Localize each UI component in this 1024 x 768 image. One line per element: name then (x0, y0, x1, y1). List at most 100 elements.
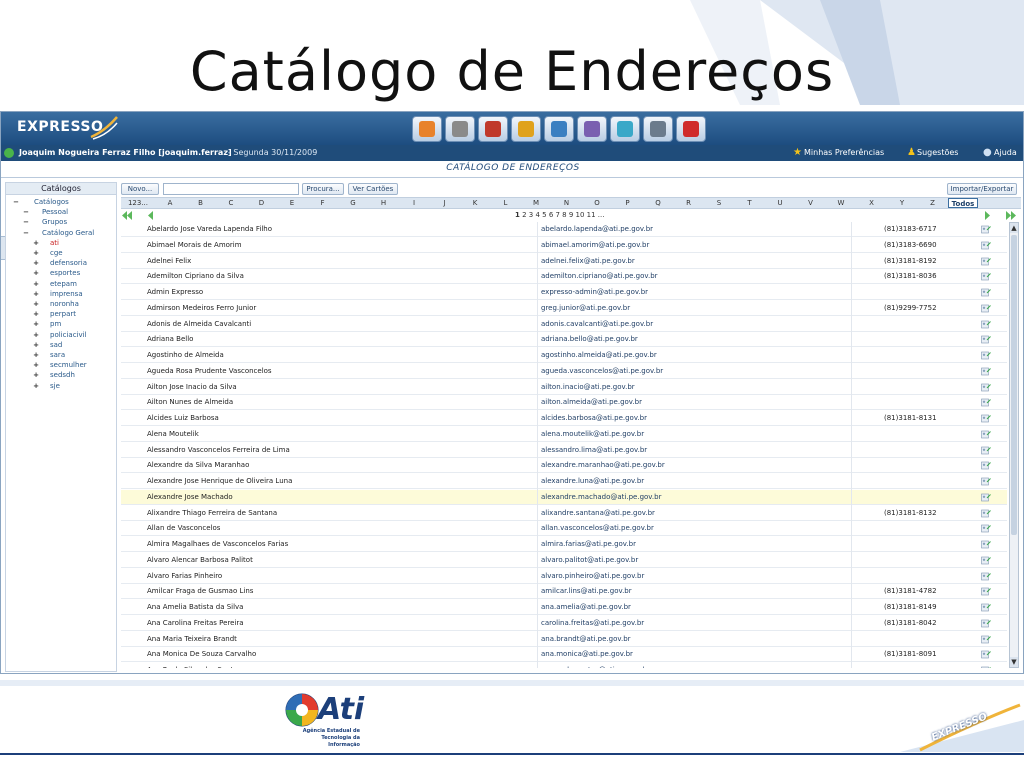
contact-name[interactable]: Alena Moutelik (147, 427, 199, 442)
search-input[interactable] (163, 183, 299, 195)
tree-node[interactable]: + secmulher (6, 360, 116, 370)
contact-card-icon[interactable] (981, 272, 991, 281)
contact-name[interactable]: Ailton Nunes de Almeida (147, 395, 233, 410)
pager-current[interactable]: 1 (515, 211, 520, 219)
contact-card-icon[interactable] (981, 257, 991, 266)
contact-card-icon[interactable] (981, 572, 991, 581)
tree-node-label[interactable]: imprensa (50, 289, 83, 299)
alphabet-filter-y[interactable]: Y (887, 198, 917, 208)
contact-email[interactable]: agostinho.almeida@ati.pe.gov.br (541, 348, 657, 363)
tree-node-label[interactable]: defensoria (50, 258, 87, 268)
contact-email[interactable]: almira.farias@ati.pe.gov.br (541, 537, 636, 552)
view-cards-button[interactable]: Ver Cartões (348, 183, 398, 195)
expand-icon[interactable]: + (32, 381, 40, 391)
contact-email[interactable]: ailton.almeida@ati.pe.gov.br (541, 395, 642, 410)
contact-card-icon[interactable] (981, 288, 991, 297)
table-row[interactable]: Amilcar Fraga de Gusmao Lins amilcar.lins… (121, 584, 1007, 600)
contact-card-icon[interactable] (981, 414, 991, 423)
table-row[interactable]: Adonis de Almeida Cavalcanti adonis.caval… (121, 317, 1007, 332)
alphabet-filter-x[interactable]: X (857, 198, 887, 208)
table-row[interactable]: Ana Amelia Batista da Silva ana.amelia@at… (121, 600, 1007, 615)
contact-name[interactable]: Alvaro Alencar Barbosa Palitot (147, 553, 253, 568)
contact-card-icon[interactable] (981, 540, 991, 549)
contact-email[interactable]: alessandro.lima@ati.pe.gov.br (541, 443, 647, 458)
contact-email[interactable]: greg.junior@ati.pe.gov.br (541, 301, 630, 316)
contact-card-icon[interactable] (981, 304, 991, 313)
tree-node[interactable]: + perpart (6, 309, 116, 319)
table-row[interactable]: Adriana Bello adriana.bello@ati.pe.gov.br (121, 332, 1007, 348)
expand-icon[interactable]: + (32, 238, 40, 248)
expand-icon[interactable]: + (32, 258, 40, 268)
contact-email[interactable]: alcides.barbosa@ati.pe.gov.br (541, 411, 647, 426)
import-export-button[interactable]: Importar/Exportar (947, 183, 1017, 195)
contact-card-icon[interactable] (981, 320, 991, 329)
tree-node-label[interactable]: Pessoal (42, 207, 68, 217)
contact-email[interactable]: expresso-admin@ati.pe.gov.br (541, 285, 648, 300)
contact-card-icon[interactable] (981, 335, 991, 344)
contact-name[interactable]: Ailton Jose Inacio da Silva (147, 380, 237, 395)
contact-email[interactable]: carolina.freitas@ati.pe.gov.br (541, 616, 644, 631)
tree-node-label[interactable]: perpart (50, 309, 76, 319)
preferences-link[interactable]: Minhas Preferências (804, 145, 884, 161)
contact-name[interactable]: Agueda Rosa Prudente Vasconcelos (147, 364, 272, 379)
tree-node-label[interactable]: cge (50, 248, 63, 258)
table-row[interactable]: Agostinho de Almeida agostinho.almeida@at… (121, 348, 1007, 363)
tree-node-label[interactable]: ati (50, 238, 59, 248)
alphabet-filter-c[interactable]: C (216, 198, 246, 208)
contact-name[interactable]: Adelnei Felix (147, 254, 191, 269)
contact-name[interactable]: Agostinho de Almeida (147, 348, 224, 363)
alphabet-filter-o[interactable]: O (582, 198, 612, 208)
tree-node-label[interactable]: secmulher (50, 360, 87, 370)
table-row[interactable]: Admirson Medeiros Ferro Junior greg.junio… (121, 301, 1007, 316)
contact-card-icon[interactable] (981, 524, 991, 533)
next-page-icon[interactable] (981, 210, 993, 221)
search-button[interactable]: Procura... (302, 183, 344, 195)
tree-node[interactable]: + noronha (6, 299, 116, 309)
contact-name[interactable]: Almira Magalhaes de Vasconcelos Farias (147, 537, 288, 552)
contact-name[interactable]: Abelardo Jose Vareda Lapenda Filho (147, 222, 272, 237)
tree-node[interactable]: + policiacivil (6, 330, 116, 340)
collapse-icon[interactable]: − (12, 197, 20, 207)
scroll-thumb[interactable] (1011, 235, 1017, 535)
contact-email[interactable]: adelnei.felix@ati.pe.gov.br (541, 254, 635, 269)
first-page-icon[interactable] (121, 210, 133, 221)
alphabet-filter-b[interactable]: B (186, 198, 216, 208)
contact-card-icon[interactable] (981, 556, 991, 565)
contact-name[interactable]: Alexandre Jose Henrique de Oliveira Luna (147, 474, 292, 489)
contact-email[interactable]: alena.moutelik@ati.pe.gov.br (541, 427, 644, 442)
expand-icon[interactable]: + (32, 299, 40, 309)
suggestions-link[interactable]: Sugestões (917, 145, 958, 161)
table-row[interactable]: Ana Paula Silva dos Santos anapaula.santo… (121, 663, 1007, 668)
contact-card-icon[interactable] (981, 398, 991, 407)
table-row[interactable]: Allan de Vasconcelos allan.vasconcelos@at… (121, 521, 1007, 537)
contact-name[interactable]: Ana Paula Silva dos Santos (147, 663, 241, 668)
alphabet-filter-g[interactable]: G (338, 198, 368, 208)
table-row[interactable]: Alvaro Farias Pinheiro alvaro.pinheiro@at… (121, 569, 1007, 584)
tree-node[interactable]: + ati (6, 238, 116, 248)
table-row[interactable]: Abelardo Jose Vareda Lapenda Filho abelar… (121, 222, 1007, 237)
contact-name[interactable]: Ana Maria Teixeira Brandt (147, 632, 237, 647)
tree-node-label[interactable]: etepam (50, 279, 77, 289)
tree-node[interactable]: + sedsdh (6, 370, 116, 380)
mail-icon[interactable] (544, 116, 574, 142)
help-link[interactable]: Ajuda (994, 145, 1017, 161)
table-row[interactable]: Ademilton Cipriano da Silva ademilton.cip… (121, 269, 1007, 285)
table-row[interactable]: Ana Monica De Souza Carvalho ana.monica@a… (121, 647, 1007, 663)
table-row[interactable]: Admin Expresso expresso-admin@ati.pe.gov.… (121, 285, 1007, 300)
contact-name[interactable]: Amilcar Fraga de Gusmao Lins (147, 584, 253, 599)
table-row[interactable]: Ana Maria Teixeira Brandt ana.brandt@ati.… (121, 632, 1007, 647)
alphabet-filter-l[interactable]: L (491, 198, 521, 208)
tree-node[interactable]: + esportes (6, 268, 116, 278)
alphabet-filter-123[interactable]: 123... (121, 198, 155, 208)
contact-email[interactable]: ana.monica@ati.pe.gov.br (541, 647, 633, 662)
expand-icon[interactable]: + (32, 289, 40, 299)
contact-email[interactable]: alexandre.machado@ati.pe.gov.br (541, 490, 661, 505)
contact-email[interactable]: abimael.amorim@ati.pe.gov.br (541, 238, 649, 253)
table-row[interactable]: Adelnei Felix adelnei.felix@ati.pe.gov.br… (121, 254, 1007, 269)
alphabet-filter-h[interactable]: H (369, 198, 399, 208)
contact-card-icon[interactable] (981, 603, 991, 612)
tree-node-label[interactable]: Catálogo Geral (42, 228, 94, 238)
contact-name[interactable]: Alixandre Thiago Ferreira de Santana (147, 506, 277, 521)
contact-card-icon[interactable] (981, 351, 991, 360)
alphabet-filter-e[interactable]: E (277, 198, 307, 208)
